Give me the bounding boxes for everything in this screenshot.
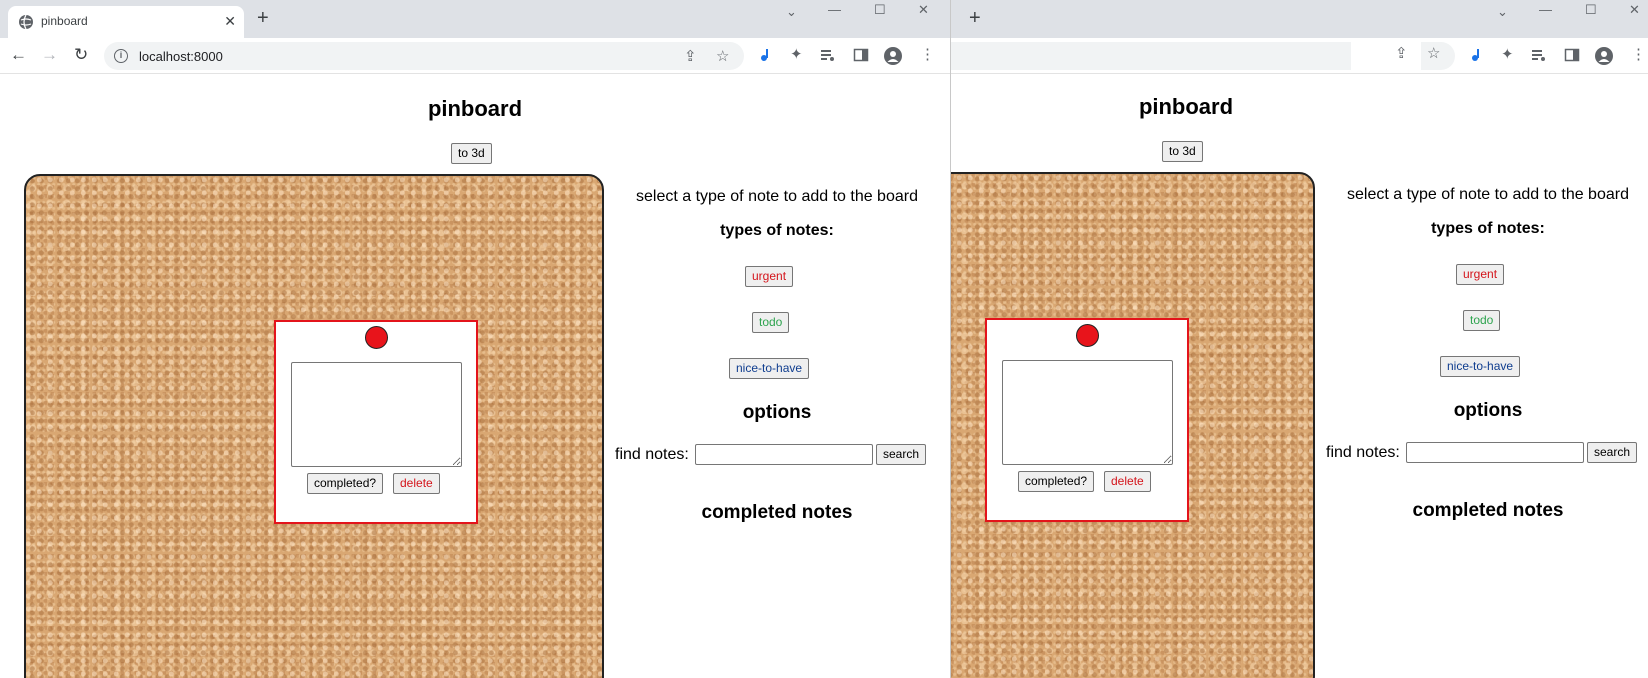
minimize-icon[interactable]: —	[1539, 2, 1552, 24]
urgent-note-button[interactable]: urgent	[1456, 264, 1505, 285]
options-heading: options	[742, 402, 812, 423]
media-queue-icon[interactable]	[1531, 47, 1547, 63]
title-bar: pinboard ✕ + ⌄ — ☐ ✕	[951, 0, 1648, 38]
note-textarea[interactable]	[1002, 360, 1173, 465]
to-3d-button[interactable]: to 3d	[1162, 141, 1203, 162]
cork-board[interactable]: completed? delete	[24, 174, 604, 678]
find-notes-input[interactable]	[695, 444, 873, 465]
browser-toolbar: ← → ↻ i localhost:8000 ⇪ ☆ ✦ ⋮	[0, 38, 950, 74]
types-heading: types of notes:	[720, 222, 834, 239]
delete-button[interactable]: delete	[393, 473, 440, 494]
more-menu-icon[interactable]: ⋮	[920, 47, 935, 63]
address-bar-visible[interactable]	[951, 42, 1351, 70]
window-content: pinboard ✕ + ⌄ — ☐ ✕ ← → ↻ i localhost:8…	[0, 0, 950, 678]
urgent-note-button[interactable]: urgent	[745, 266, 794, 287]
types-heading: types of notes:	[1431, 220, 1545, 237]
extension-music-icon[interactable]	[758, 47, 774, 63]
delete-button[interactable]: delete	[1104, 471, 1151, 492]
side-panel-icon[interactable]	[853, 47, 869, 63]
new-tab-icon[interactable]: +	[969, 8, 981, 28]
extensions-puzzle-icon[interactable]: ✦	[1501, 47, 1514, 63]
todo-note-button[interactable]: todo	[752, 312, 790, 333]
globe-icon	[19, 14, 33, 30]
share-icon[interactable]: ⇪	[684, 47, 697, 65]
browser-window-left: pinboard ✕ + ⌄ — ☐ ✕ ← → ↻ i localhost:8…	[0, 0, 950, 678]
share-icon[interactable]: ⇪	[1395, 46, 1408, 62]
search-button[interactable]: search	[876, 444, 927, 465]
nice-to-have-note-button[interactable]: nice-to-have	[729, 358, 810, 379]
window-content: pinboard ✕ + ⌄ — ☐ ✕ ← → ↻ i localhost:8…	[951, 0, 1648, 678]
reload-icon[interactable]: ↻	[74, 46, 88, 63]
page-title: pinboard	[1138, 94, 1234, 119]
profile-avatar-icon[interactable]	[1595, 47, 1613, 65]
maximize-icon[interactable]: ☐	[874, 2, 886, 24]
address-bar[interactable]: i localhost:8000 ⇪ ☆	[104, 42, 744, 70]
options-heading: options	[1453, 400, 1523, 421]
browser-tab[interactable]: pinboard ✕	[8, 6, 244, 38]
star-icon[interactable]: ☆	[1427, 46, 1440, 62]
tab-title: pinboard	[41, 14, 88, 28]
side-panel-icon[interactable]	[1564, 47, 1580, 63]
url-text[interactable]: localhost:8000	[139, 49, 223, 64]
cork-board[interactable]: completed? delete	[951, 172, 1315, 678]
completed-button[interactable]: completed?	[307, 473, 384, 494]
search-button[interactable]: search	[1587, 442, 1638, 463]
browser-toolbar: ← → ↻ i localhost:8000 ⇪ ☆ ✦ ⋮	[951, 38, 1648, 74]
find-notes-label: find notes:	[1326, 444, 1400, 461]
site-info-icon[interactable]: i	[114, 49, 128, 63]
nice-to-have-note-button[interactable]: nice-to-have	[1440, 356, 1521, 377]
close-window-icon[interactable]: ✕	[1629, 2, 1640, 24]
chevron-down-icon[interactable]: ⌄	[1497, 4, 1508, 26]
completed-notes-heading: completed notes	[701, 502, 853, 523]
star-icon[interactable]: ☆	[716, 47, 729, 65]
extensions-puzzle-icon[interactable]: ✦	[790, 47, 803, 63]
new-tab-icon[interactable]: +	[257, 8, 269, 28]
back-icon[interactable]: ←	[10, 46, 27, 63]
media-queue-icon[interactable]	[820, 47, 836, 63]
pin-icon	[1076, 324, 1099, 347]
note-card[interactable]: completed? delete	[985, 318, 1189, 522]
completed-notes-heading: completed notes	[1412, 500, 1564, 521]
forward-icon[interactable]: →	[41, 46, 58, 63]
minimize-icon[interactable]: —	[828, 2, 841, 24]
page-title: pinboard	[427, 96, 523, 121]
to-3d-button[interactable]: to 3d	[451, 143, 492, 164]
browser-window-right: pinboard ✕ + ⌄ — ☐ ✕ ← → ↻ i localhost:8…	[950, 0, 1648, 678]
note-textarea[interactable]	[291, 362, 462, 467]
profile-avatar-icon[interactable]	[884, 47, 902, 65]
instruction-text: select a type of note to add to the boar…	[636, 188, 918, 205]
extension-music-icon[interactable]	[1469, 47, 1485, 63]
pin-icon	[365, 326, 388, 349]
chevron-down-icon[interactable]: ⌄	[786, 4, 797, 26]
close-window-icon[interactable]: ✕	[918, 2, 929, 24]
todo-note-button[interactable]: todo	[1463, 310, 1501, 331]
find-notes-input[interactable]	[1406, 442, 1584, 463]
instruction-text: select a type of note to add to the boar…	[1347, 186, 1629, 203]
completed-button[interactable]: completed?	[1018, 471, 1095, 492]
title-bar: pinboard ✕ + ⌄ — ☐ ✕	[0, 0, 950, 38]
note-card[interactable]: completed? delete	[274, 320, 478, 524]
close-tab-icon[interactable]: ✕	[224, 13, 236, 30]
maximize-icon[interactable]: ☐	[1585, 2, 1597, 24]
more-menu-icon[interactable]: ⋮	[1631, 47, 1646, 63]
find-notes-label: find notes:	[615, 446, 689, 463]
